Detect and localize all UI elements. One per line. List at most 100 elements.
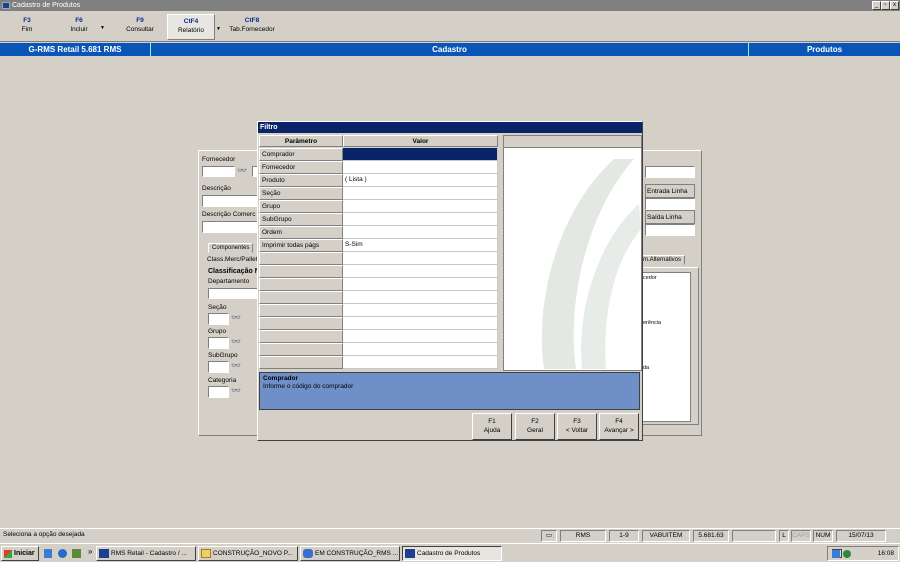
task-rms-retail[interactable]: RMS Retail - Cadastro / ...	[96, 546, 196, 561]
empty-valor-row	[343, 291, 498, 304]
consultar-label: Consultar	[126, 26, 154, 33]
entrada-linha-label: Entrada Linha	[647, 188, 688, 195]
descricao-comercial-input[interactable]	[202, 221, 258, 233]
header-app: G-RMS Retail 5.681 RMS	[0, 43, 151, 56]
descricao-input[interactable]	[202, 195, 258, 207]
geral-key: F2	[531, 418, 539, 425]
task-label: EM CONSTRUÇÃO_RMS ...	[315, 550, 399, 557]
param-secao: Seção	[259, 187, 343, 200]
fornecedor-input[interactable]	[202, 166, 235, 177]
saida-linha-input[interactable]	[645, 224, 695, 236]
entrada-linha-input[interactable]	[645, 198, 695, 210]
valor-fornecedor-input[interactable]	[343, 161, 498, 174]
network-icon[interactable]	[832, 550, 840, 558]
empty-valor-row	[343, 252, 498, 265]
status-bar: Seleciona a opção desejada ▭ RMS 1-9 VAB…	[0, 528, 900, 542]
secao-input[interactable]	[208, 313, 229, 325]
subgrupo-input[interactable]	[208, 361, 229, 373]
ajuda-button[interactable]: F1 Ajuda	[472, 413, 512, 440]
toolbar-relatorio-button[interactable]: CtF4 Relatório ▼	[167, 14, 221, 40]
empty-param-row	[259, 330, 343, 343]
word-icon	[303, 549, 313, 558]
app-icon	[2, 2, 10, 9]
status-empty-pane	[732, 530, 776, 542]
descricao-label: Descrição	[202, 185, 231, 192]
status-caps: CAPS	[791, 530, 811, 542]
departamento-input[interactable]	[208, 288, 258, 299]
tab-alternativos[interactable]: m.Alternativos	[639, 255, 686, 265]
minimize-button[interactable]: _	[872, 1, 881, 10]
app-icon	[405, 549, 415, 558]
quicklaunch-icon[interactable]	[44, 549, 52, 558]
header-right: Produtos	[806, 45, 843, 54]
tab-fornecedor-key: CtF8	[244, 17, 260, 24]
binoculars-icon[interactable]: 👓	[231, 337, 241, 346]
dropdown-arrow-icon[interactable]: ▼	[216, 25, 221, 34]
fornecedor-label: Fornecedor	[202, 156, 236, 163]
close-button[interactable]: x	[890, 1, 899, 10]
folder-icon	[201, 549, 211, 558]
taskbar-more-chevron[interactable]: »	[88, 547, 92, 556]
status-version: 5.681.63	[693, 530, 729, 542]
geral-button[interactable]: F2 Geral	[515, 413, 555, 440]
task-cadastro-produtos[interactable]: Cadastro de Produtos	[402, 546, 502, 561]
empty-param-row	[259, 343, 343, 356]
quicklaunch-icon-2[interactable]	[72, 549, 81, 558]
grupo-input[interactable]	[208, 337, 229, 349]
dropdown-arrow-icon[interactable]: ▼	[100, 24, 105, 33]
status-user: VABUITEM	[642, 530, 690, 542]
maximize-button[interactable]: ▫	[881, 1, 890, 10]
binoculars-icon[interactable]: 👓	[231, 386, 241, 395]
empty-param-row	[259, 291, 343, 304]
info-text: Informe o código do comprador	[263, 383, 354, 390]
system-tray: 16:08	[827, 546, 899, 561]
voltar-button[interactable]: F3 < Voltar	[557, 413, 597, 440]
valor-ordem-input[interactable]	[343, 226, 498, 239]
valor-secao-input[interactable]	[343, 187, 498, 200]
binoculars-icon[interactable]: 👓	[237, 166, 247, 175]
document-icon: ▭	[541, 530, 557, 542]
toolbar-tab-fornecedor-button[interactable]: CtF8 Tab.Fornecedor	[226, 14, 278, 40]
cedor-label: cedor	[643, 275, 657, 281]
empty-param-row	[259, 304, 343, 317]
windows-logo-icon	[4, 550, 12, 558]
empty-param-row	[259, 265, 343, 278]
avancar-label: Avançar >	[604, 427, 634, 434]
valor-produto-input[interactable]: ( Lista )	[343, 174, 498, 187]
saida-linha-label: Saída Linha	[647, 214, 682, 221]
clock[interactable]: 16:08	[878, 550, 894, 557]
valor-subgrupo-input[interactable]	[343, 213, 498, 226]
task-em-construcao[interactable]: EM CONSTRUÇÃO_RMS ...	[300, 546, 400, 561]
header-center: Cadastro	[151, 43, 749, 56]
voltar-key: F3	[573, 418, 581, 425]
valor-comprador-input[interactable]	[343, 148, 498, 161]
toolbar-fim-button[interactable]: F3 Fim	[8, 14, 46, 40]
relatorio-label: Relatório	[177, 27, 204, 34]
tray-icon[interactable]	[843, 550, 851, 558]
secao-label: Seção	[208, 304, 227, 311]
logo-watermark-panel	[503, 135, 642, 371]
avancar-button[interactable]: F4 Avançar >	[599, 413, 639, 440]
tab-componentes[interactable]: Componentes	[208, 243, 254, 253]
categoria-input[interactable]	[208, 386, 229, 398]
browser-icon[interactable]	[58, 549, 67, 558]
departamento-label: Departamento	[208, 278, 250, 285]
binoculars-icon[interactable]: 👓	[231, 361, 241, 370]
empty-valor-row	[343, 330, 498, 343]
task-label: Cadastro de Produtos	[417, 550, 481, 557]
status-system: RMS	[560, 530, 606, 542]
toolbar-incluir-button[interactable]: F6 Incluir ▼	[60, 14, 105, 40]
empty-valor-row	[343, 278, 498, 291]
status-message: Seleciona a opção desejada	[3, 531, 85, 538]
param-grupo: Grupo	[259, 200, 343, 213]
geral-label: Geral	[527, 427, 543, 434]
param-comprador: Comprador	[259, 148, 343, 161]
valor-imprimir-input[interactable]: S-Sim	[343, 239, 498, 252]
binoculars-icon[interactable]: 👓	[231, 313, 241, 322]
task-construcao-novo[interactable]: CONSTRUÇÃO_NOVO P...	[198, 546, 298, 561]
valor-grupo-input[interactable]	[343, 200, 498, 213]
start-button[interactable]: Iniciar	[1, 546, 39, 561]
toolbar-consultar-button[interactable]: F9 Consultar	[120, 14, 160, 40]
status-l: L	[779, 530, 789, 542]
module-header: G-RMS Retail 5.681 RMS Cadastro Produtos	[0, 43, 900, 56]
